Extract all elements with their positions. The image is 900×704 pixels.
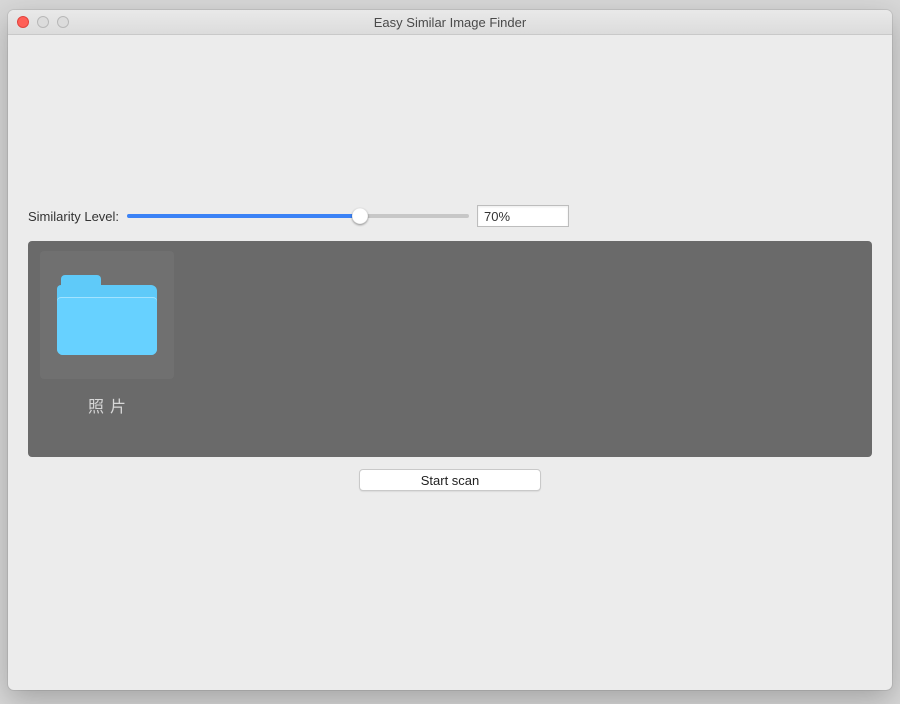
close-icon[interactable]: [17, 16, 29, 28]
slider-thumb[interactable]: [352, 208, 368, 224]
titlebar: Easy Similar Image Finder: [8, 10, 892, 35]
similarity-label: Similarity Level:: [28, 209, 119, 224]
content-area: Similarity Level: 照片 St: [8, 205, 892, 491]
folder-label: 照片: [40, 393, 174, 417]
minimize-icon[interactable]: [37, 16, 49, 28]
similarity-row: Similarity Level:: [28, 205, 872, 227]
start-scan-button[interactable]: Start scan: [359, 469, 541, 491]
app-window: Easy Similar Image Finder Similarity Lev…: [8, 10, 892, 690]
window-title: Easy Similar Image Finder: [374, 15, 526, 30]
folder-item[interactable]: 照片: [40, 251, 174, 417]
folder-thumb: [40, 251, 174, 379]
slider-fill: [127, 214, 360, 218]
scan-row: Start scan: [28, 469, 872, 491]
similarity-input[interactable]: [477, 205, 569, 227]
folder-icon: [57, 275, 157, 355]
zoom-icon[interactable]: [57, 16, 69, 28]
similarity-slider[interactable]: [127, 206, 469, 226]
folders-panel: 照片: [28, 241, 872, 457]
traffic-lights: [17, 16, 69, 28]
